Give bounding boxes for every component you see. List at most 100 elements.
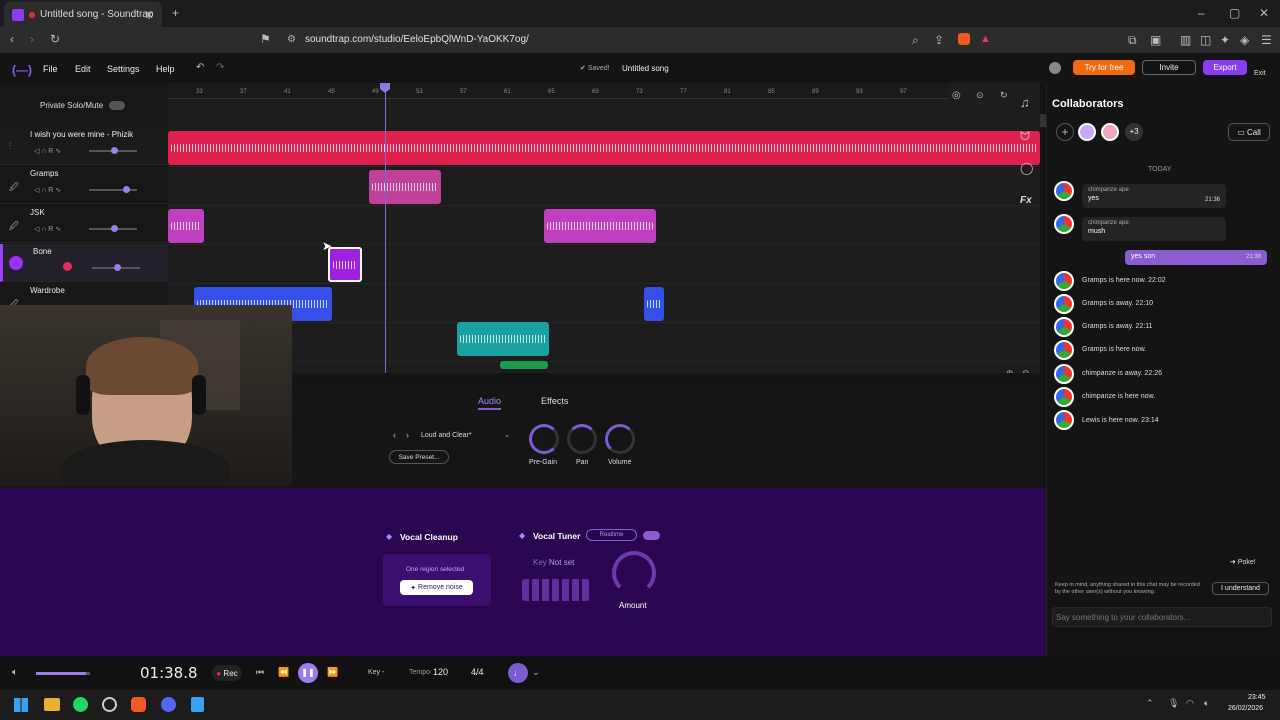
export-button[interactable]: Export	[1203, 60, 1247, 75]
call-button[interactable]: ▭ Call	[1228, 123, 1270, 141]
more-collaborators-badge[interactable]: +3	[1125, 123, 1143, 141]
chat-input[interactable]	[1052, 607, 1272, 627]
avatar[interactable]	[1078, 123, 1096, 141]
soundtrap-logo-icon[interactable]: (—)	[12, 63, 32, 77]
music-note-icon[interactable]: ♫	[1020, 96, 1030, 109]
spotify-icon[interactable]	[73, 697, 88, 712]
volume-knob[interactable]	[123, 186, 130, 193]
volume-knob[interactable]	[605, 424, 635, 454]
track-name[interactable]: Gramps	[30, 169, 58, 178]
preset-next-icon[interactable]: ›	[406, 431, 409, 440]
try-free-button[interactable]: Try for free	[1073, 60, 1135, 75]
track-name[interactable]: Wardrobe	[30, 286, 65, 295]
invite-button[interactable]: Invite	[1142, 60, 1196, 75]
understand-button[interactable]: I understand	[1212, 582, 1269, 595]
audio-region[interactable]	[500, 361, 548, 369]
playhead[interactable]	[385, 87, 386, 373]
master-volume-slider[interactable]	[36, 672, 90, 675]
refresh-icon[interactable]: ↻	[1000, 91, 1008, 100]
rewind-icon[interactable]: ⏪	[278, 668, 289, 677]
speaker-icon[interactable]: 🔈︎	[12, 668, 18, 678]
pan-knob[interactable]	[567, 424, 597, 454]
avatar[interactable]	[1101, 123, 1119, 141]
poke-button[interactable]: ➜ Poke!	[1230, 558, 1256, 566]
sidebar-icon[interactable]: ▥	[1180, 34, 1191, 46]
volume-slider[interactable]	[89, 147, 137, 154]
back-icon[interactable]: ‹	[10, 33, 14, 45]
share-icon[interactable]: ⇪	[934, 34, 944, 46]
windows-start-icon[interactable]	[14, 698, 28, 712]
metronome-button[interactable]: ♩	[508, 663, 528, 683]
menu-icon[interactable]: ☰	[1261, 34, 1272, 46]
zoom-icon[interactable]: ⌕	[912, 34, 919, 46]
lane[interactable]	[168, 246, 1040, 284]
vpn-icon[interactable]: ◈	[1240, 34, 1249, 46]
extensions-icon[interactable]: ⧉	[1128, 34, 1137, 46]
menu-settings[interactable]: Settings	[107, 64, 140, 74]
new-tab-icon[interactable]: +	[172, 7, 179, 19]
private-solo-toggle[interactable]	[109, 101, 125, 110]
audio-region[interactable]	[168, 209, 204, 243]
exit-button[interactable]: Exit	[1254, 70, 1266, 77]
zoom-out-icon[interactable]: ⊖	[1022, 369, 1030, 374]
key-selector[interactable]	[522, 579, 590, 601]
remove-noise-button[interactable]: ✦ Remove noise	[400, 580, 473, 595]
timeline[interactable]: 33 37 41 45 49 53 57 61 65 69 73 77 81 8…	[168, 83, 1040, 373]
volume-knob[interactable]	[111, 225, 118, 232]
record-button[interactable]: ● Rec	[212, 665, 242, 681]
skip-back-icon[interactable]: ⏮	[256, 668, 264, 677]
audio-region[interactable]	[369, 170, 441, 204]
time-signature[interactable]: 4/4	[471, 667, 484, 677]
track-controls[interactable]: ◁ ∩ R ∿	[34, 225, 61, 233]
lane[interactable]	[168, 129, 1040, 167]
track-header[interactable]: ⫶ I wish you were mine - Phizik ◁ ∩ R ∿	[0, 127, 168, 165]
record-arm-icon[interactable]	[63, 262, 72, 271]
tray-chevron-icon[interactable]: ⌃	[1146, 699, 1154, 708]
tuner-toggle[interactable]	[643, 531, 660, 540]
redo-icon[interactable]: ↷	[216, 63, 224, 73]
volume-knob[interactable]	[114, 264, 121, 271]
forward-icon[interactable]: ›	[30, 33, 34, 45]
reload-icon[interactable]: ↻	[50, 33, 60, 45]
volume-slider[interactable]	[89, 186, 137, 193]
pregain-knob[interactable]	[529, 424, 559, 454]
amount-knob[interactable]	[612, 551, 656, 595]
close-tab-icon[interactable]: ✕	[144, 9, 154, 21]
brave-rewards-icon[interactable]: ▲	[980, 33, 991, 45]
fx-icon[interactable]: Fx	[1020, 195, 1032, 206]
tempo-value[interactable]: 120	[433, 667, 448, 677]
save-preset-button[interactable]: Save Preset...	[389, 450, 449, 464]
lane[interactable]	[168, 285, 1040, 323]
loop-icon[interactable]: ⊙	[976, 91, 984, 100]
track-controls[interactable]: ◁ ∩ R ∿	[34, 147, 61, 155]
audio-region[interactable]	[544, 209, 656, 243]
volume-icon[interactable]: 🔈︎	[1204, 699, 1209, 708]
track-name[interactable]: I wish you were mine - Phizik	[30, 130, 133, 139]
song-title[interactable]: Untitled song	[622, 64, 669, 73]
leo-ai-icon[interactable]: ✦	[1220, 34, 1230, 46]
track-controls[interactable]: ◁ ∩ R ∿	[34, 186, 61, 194]
add-collaborator-button[interactable]: +	[1056, 123, 1074, 141]
wallet-icon[interactable]: ◫	[1200, 34, 1211, 46]
preset-select[interactable]: Loud and Clear*	[421, 432, 472, 439]
close-window-icon[interactable]: ✕	[1259, 7, 1269, 19]
preset-prev-icon[interactable]: ‹	[393, 431, 396, 440]
audio-region-selected[interactable]	[328, 247, 362, 282]
chat-icon[interactable]: ◯	[1020, 162, 1033, 174]
track-header-selected[interactable]: Bone	[0, 244, 168, 282]
site-info-icon[interactable]: ⚙	[287, 30, 296, 50]
audio-region[interactable]	[168, 131, 1040, 165]
fast-forward-icon[interactable]: ⏩	[327, 668, 338, 677]
menu-edit[interactable]: Edit	[75, 64, 91, 74]
menu-help[interactable]: Help	[156, 64, 175, 74]
lane[interactable]	[168, 322, 1040, 362]
screenshot-icon[interactable]: ▣	[1150, 34, 1161, 46]
chevron-down-icon[interactable]: ⌄	[532, 668, 540, 677]
audio-region[interactable]	[644, 287, 664, 321]
discord-icon[interactable]	[161, 697, 176, 712]
tab-effects[interactable]: Effects	[541, 396, 568, 406]
track-header[interactable]: 🖉 JSK ◁ ∩ R ∿	[0, 205, 168, 243]
menu-file[interactable]: File	[43, 64, 58, 74]
file-explorer-icon[interactable]	[44, 698, 60, 711]
lane[interactable]	[168, 207, 1040, 245]
